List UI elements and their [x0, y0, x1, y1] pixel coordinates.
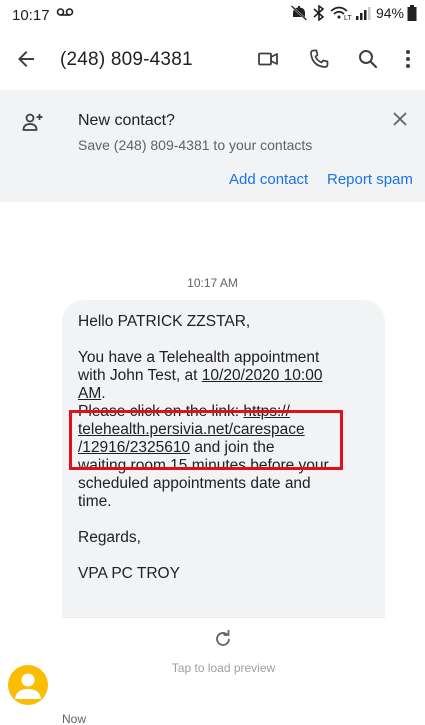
conversation-title: (248) 809-4381: [60, 49, 193, 70]
link-preview[interactable]: Tap to load preview: [62, 617, 385, 685]
banner-title: New contact?: [78, 112, 175, 129]
wifi-lte-icon: LTE: [330, 6, 352, 21]
appointment-time-link[interactable]: AM: [78, 385, 101, 402]
mute-icon: [290, 5, 308, 21]
phone-icon[interactable]: [307, 47, 331, 71]
appointment-text-1: You have a Telehealth appointment: [78, 349, 320, 366]
refresh-icon[interactable]: [212, 628, 234, 650]
status-bar: 10:17 LTE 94%: [0, 0, 425, 28]
svg-text:LTE: LTE: [344, 15, 352, 21]
status-icons: LTE 94%: [290, 5, 417, 21]
appointment-text-3: .: [101, 385, 106, 402]
more-vert-icon[interactable]: [400, 47, 416, 71]
bluetooth-icon: [313, 5, 325, 21]
greeting-line: Hello PATRICK ZZSTAR,: [78, 313, 251, 330]
status-time: 10:17: [12, 7, 50, 24]
after-link-text-3: scheduled appointments date and: [78, 475, 311, 492]
appointment-text-2: with John Test, at: [78, 367, 202, 384]
signature-line: VPA PC TROY: [78, 565, 180, 582]
person-add-icon: [22, 113, 43, 131]
link-highlight-box: [69, 410, 343, 470]
close-icon[interactable]: [389, 108, 411, 130]
battery-icon: [407, 5, 417, 21]
appointment-date-link[interactable]: 10/20/2020 10:00: [202, 367, 323, 384]
tap-to-load-label: Tap to load preview: [171, 661, 276, 675]
voicemail-icon: [56, 8, 74, 16]
back-arrow-icon[interactable]: [14, 47, 38, 71]
message-timestamp: 10:17 AM: [187, 276, 238, 290]
search-icon[interactable]: [356, 47, 380, 71]
video-call-icon[interactable]: [256, 47, 280, 71]
banner-subtitle: Save (248) 809-4381 to your contacts: [78, 137, 313, 153]
regards-line: Regards,: [78, 529, 141, 546]
battery-percent: 94%: [375, 5, 404, 21]
new-contact-banner: New contact? Save (248) 809-4381 to your…: [0, 90, 425, 202]
add-contact-button[interactable]: Add contact: [229, 171, 308, 188]
report-spam-button[interactable]: Report spam: [327, 171, 413, 188]
signal-icon: [355, 7, 371, 20]
sent-time: Now: [62, 712, 87, 725]
avatar-person-icon: [15, 673, 41, 699]
after-link-text-4: time.: [78, 493, 112, 510]
sender-avatar[interactable]: [8, 665, 48, 705]
app-bar: (248) 809-4381: [0, 28, 425, 90]
